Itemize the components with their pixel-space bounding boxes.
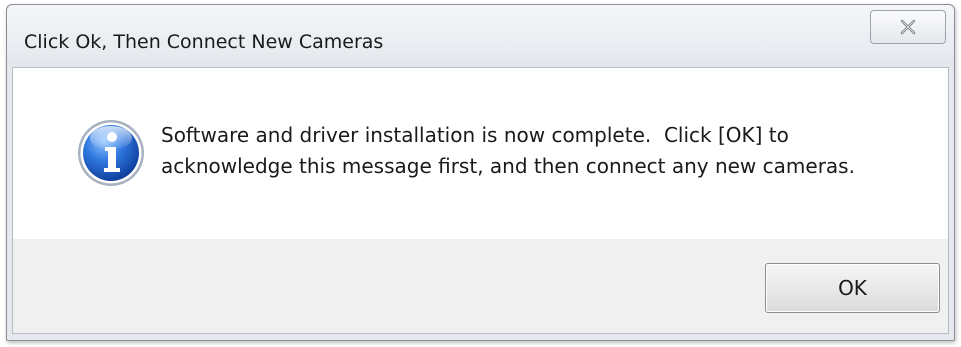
information-icon (78, 120, 144, 186)
message-line-2: acknowledge this message first, and then… (161, 154, 855, 178)
message-text: Software and driver installation is now … (161, 120, 921, 182)
close-button[interactable] (870, 10, 946, 44)
button-bar: OK (13, 239, 948, 333)
title-bar: Click Ok, Then Connect New Cameras (7, 5, 954, 67)
close-icon (900, 19, 916, 35)
ok-button[interactable]: OK (765, 263, 940, 313)
message-dialog: Click Ok, Then Connect New Cameras Softw… (6, 4, 955, 341)
dialog-content: Software and driver installation is now … (12, 67, 949, 334)
message-area: Software and driver installation is now … (13, 68, 948, 239)
dialog-title: Click Ok, Then Connect New Cameras (24, 31, 384, 53)
message-line-1: Software and driver installation is now … (161, 123, 789, 147)
